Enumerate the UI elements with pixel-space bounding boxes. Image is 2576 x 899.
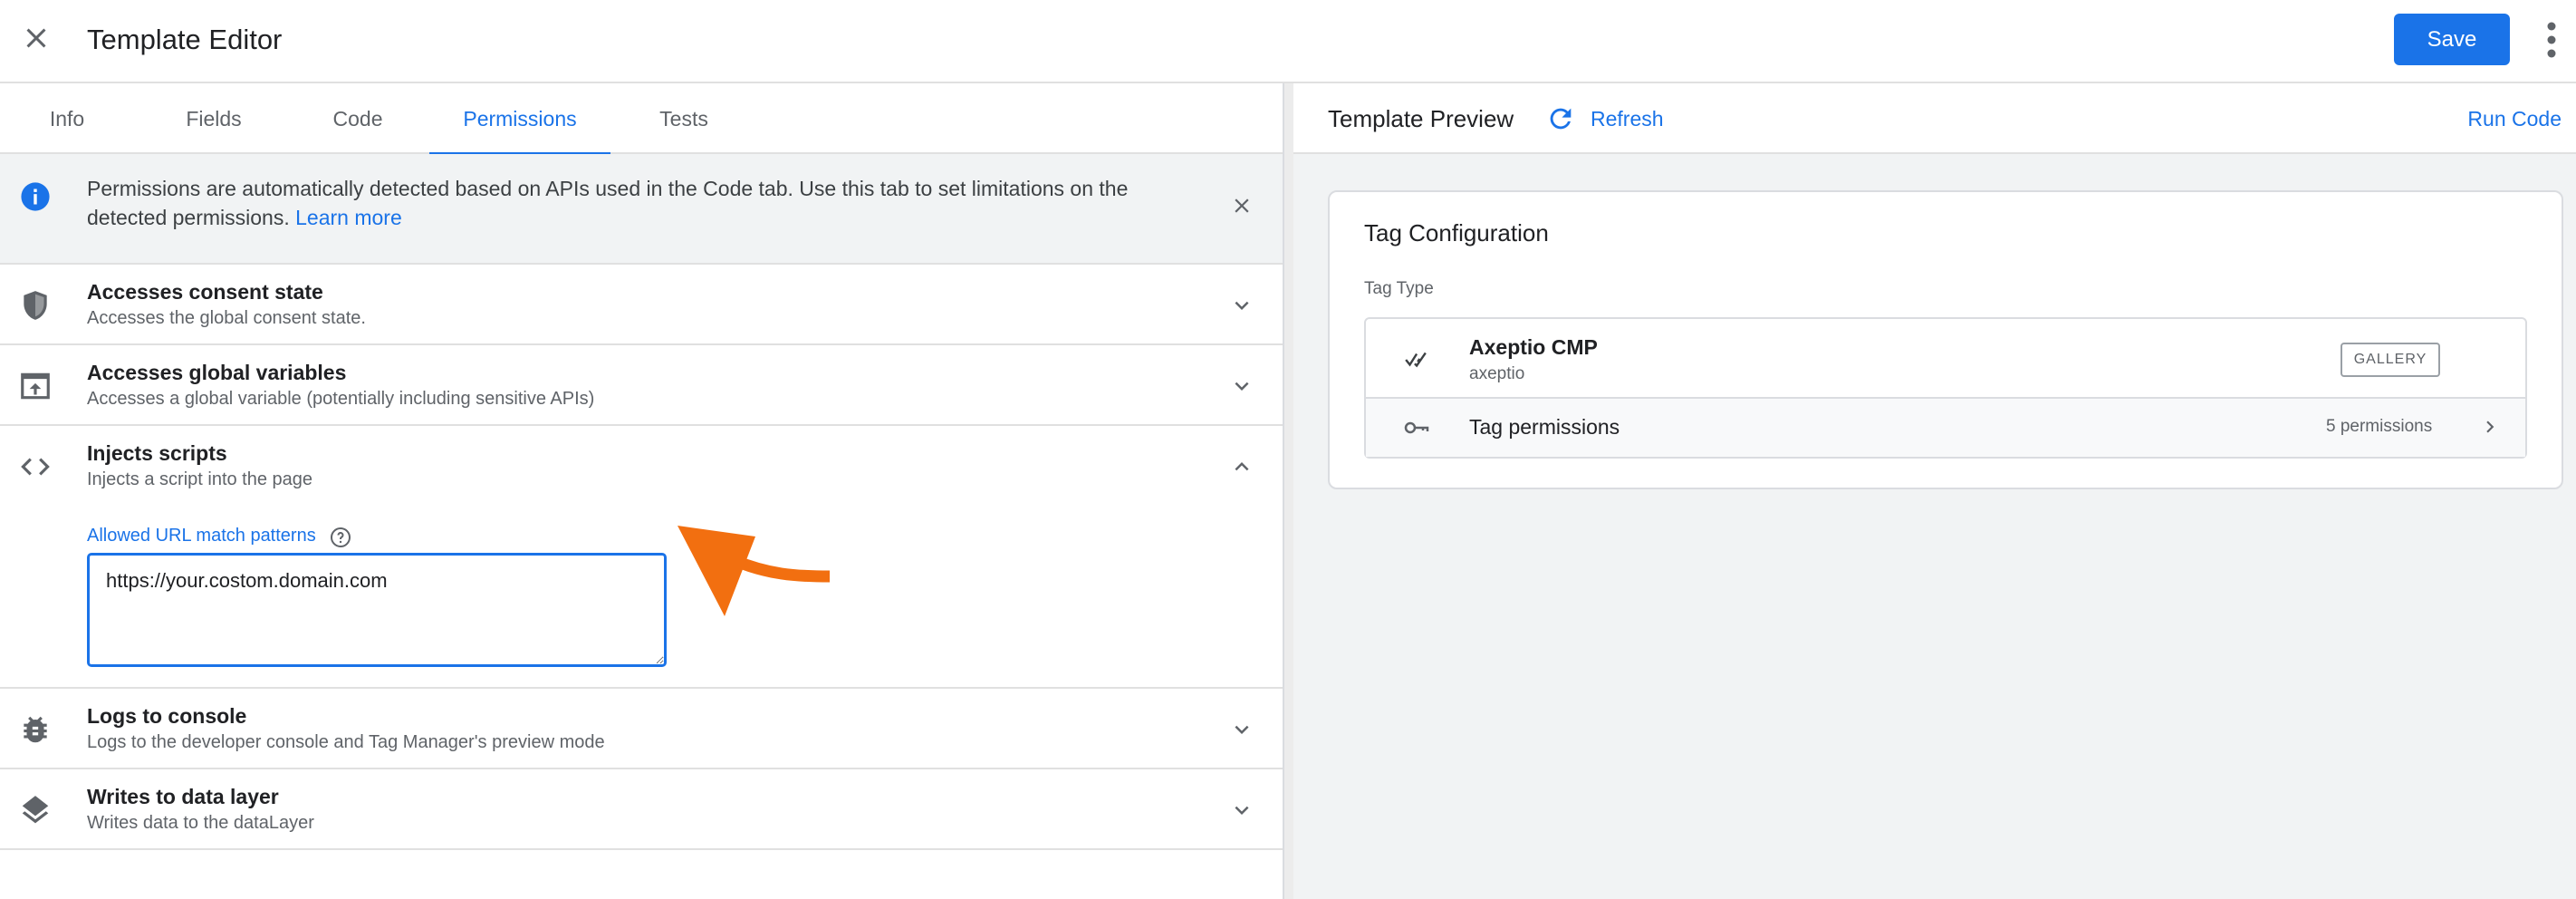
tag-configuration-card: Tag Configuration Tag Type Axeptio CMP a… bbox=[1328, 190, 2563, 489]
permission-row-data-layer[interactable]: Writes to data layer Writes data to the … bbox=[0, 769, 1283, 850]
upload-window-icon bbox=[21, 372, 50, 400]
tab-tests[interactable]: Tests bbox=[645, 83, 723, 154]
key-icon bbox=[1404, 421, 1429, 434]
save-button[interactable]: Save bbox=[2394, 14, 2510, 65]
permission-row-consent[interactable]: Accesses consent state Accesses the glob… bbox=[0, 265, 1283, 345]
chevron-right-icon bbox=[2486, 420, 2494, 433]
preview-panel: Template Preview Refresh Run Code Tag Co… bbox=[1293, 83, 2576, 899]
code-icon bbox=[21, 458, 50, 476]
bug-icon bbox=[24, 716, 47, 743]
permission-row-inject-scripts: Injects scripts Injects a script into th… bbox=[0, 426, 1283, 689]
tab-bar: Info Fields Code Permissions Tests bbox=[0, 83, 1283, 156]
help-icon[interactable] bbox=[330, 527, 351, 548]
permission-row-logs-console[interactable]: Logs to console Logs to the developer co… bbox=[0, 689, 1283, 769]
run-code-button[interactable]: Run Code bbox=[2467, 107, 2562, 131]
tag-vendor: axeptio bbox=[1469, 364, 1525, 383]
chevron-down-icon[interactable] bbox=[1228, 716, 1255, 743]
permission-row-global-variables[interactable]: Accesses global variables Accesses a glo… bbox=[0, 345, 1283, 426]
tag-type-label: Tag Type bbox=[1364, 279, 1434, 298]
editor-panel: Info Fields Code Permissions Tests Permi… bbox=[0, 83, 1283, 899]
close-icon[interactable] bbox=[1230, 194, 1254, 218]
permission-title: Writes to data layer bbox=[87, 785, 279, 808]
gallery-badge: GALLERY bbox=[2341, 343, 2440, 377]
more-vert-icon[interactable] bbox=[2541, 18, 2562, 62]
info-icon bbox=[21, 182, 50, 211]
refresh-label: Refresh bbox=[1591, 107, 1664, 130]
chevron-down-icon[interactable] bbox=[1228, 797, 1255, 824]
tag-name: Axeptio CMP bbox=[1469, 335, 1598, 359]
permission-title: Injects scripts bbox=[87, 441, 227, 465]
permission-subtitle: Logs to the developer console and Tag Ma… bbox=[87, 732, 605, 752]
close-icon[interactable] bbox=[20, 22, 53, 54]
card-title: Tag Configuration bbox=[1364, 219, 1549, 246]
tab-code[interactable]: Code bbox=[317, 83, 399, 154]
chevron-up-icon[interactable] bbox=[1228, 453, 1255, 480]
layers-icon bbox=[22, 796, 49, 824]
preview-header: Template Preview Refresh Run Code bbox=[1293, 83, 2576, 154]
preview-title: Template Preview bbox=[1328, 105, 1514, 132]
permission-subtitle: Accesses a global variable (potentially … bbox=[87, 389, 595, 409]
url-patterns-label: Allowed URL match patterns bbox=[87, 526, 316, 546]
permission-subtitle: Injects a script into the page bbox=[87, 469, 313, 489]
permission-subtitle: Accesses the global consent state. bbox=[87, 308, 366, 328]
learn-more-link[interactable]: Learn more bbox=[295, 206, 402, 229]
chevron-down-icon[interactable] bbox=[1228, 372, 1255, 400]
permission-title: Accesses global variables bbox=[87, 361, 347, 384]
permissions-count: 5 permissions bbox=[2326, 417, 2433, 436]
chevron-down-icon[interactable] bbox=[1228, 292, 1255, 319]
tag-type-row[interactable]: Axeptio CMP axeptio GALLERY bbox=[1366, 319, 2525, 399]
info-banner: Permissions are automatically detected b… bbox=[0, 154, 1283, 265]
permission-subtitle: Writes data to the dataLayer bbox=[87, 813, 314, 833]
refresh-icon bbox=[1550, 108, 1572, 130]
info-banner-text: Permissions are automatically detected b… bbox=[87, 174, 1174, 232]
page-title: Template Editor bbox=[87, 24, 283, 55]
shield-icon bbox=[24, 291, 47, 320]
tag-permissions-row[interactable]: Tag permissions 5 permissions bbox=[1366, 399, 2525, 457]
info-banner-message: Permissions are automatically detected b… bbox=[87, 177, 1129, 229]
app-bar: Template Editor Save bbox=[0, 0, 2576, 83]
tag-permissions-label: Tag permissions bbox=[1469, 415, 1620, 439]
url-patterns-input[interactable] bbox=[87, 553, 667, 667]
tab-info[interactable]: Info bbox=[29, 83, 105, 154]
permission-title: Accesses consent state bbox=[87, 280, 323, 304]
permission-title: Logs to console bbox=[87, 704, 247, 728]
tab-permissions[interactable]: Permissions bbox=[429, 83, 610, 156]
tag-type-box: Axeptio CMP axeptio GALLERY Tag permissi… bbox=[1364, 317, 2527, 459]
tab-fields[interactable]: Fields bbox=[168, 83, 259, 154]
panel-divider[interactable] bbox=[1283, 83, 1293, 899]
axeptio-logo-icon bbox=[1405, 352, 1427, 368]
